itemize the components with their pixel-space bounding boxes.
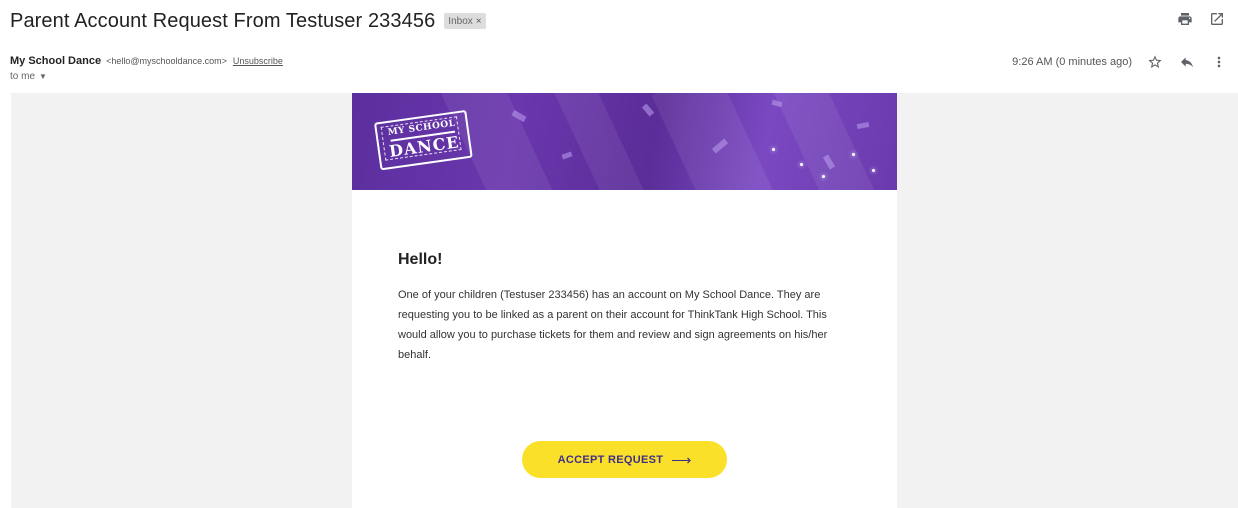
- recipients-row: to me ▼: [10, 71, 47, 82]
- inbox-label-text: Inbox: [448, 15, 473, 27]
- email-subject: Parent Account Request From Testuser 233…: [10, 9, 436, 32]
- chevron-down-icon[interactable]: ▼: [39, 72, 47, 81]
- arrow-right-icon: ⟶: [671, 451, 692, 468]
- more-vert-icon[interactable]: [1210, 53, 1228, 71]
- greeting-heading: Hello!: [398, 251, 443, 268]
- accept-request-button[interactable]: ACCEPT REQUEST ⟶: [522, 441, 727, 478]
- sender-name[interactable]: My School Dance: [10, 55, 101, 67]
- my-school-dance-logo: MY SCHOOL DANCE: [373, 109, 475, 173]
- message-time: 9:26 AM (0 minutes ago): [1012, 56, 1132, 68]
- email-body-text: One of your children (Testuser 233456) h…: [398, 289, 828, 361]
- accept-request-label: ACCEPT REQUEST: [557, 453, 664, 466]
- thread-actions: [1176, 10, 1226, 28]
- message-meta: 9:26 AM (0 minutes ago): [1012, 53, 1228, 71]
- star-icon[interactable]: [1146, 53, 1164, 71]
- open-in-new-window-icon[interactable]: [1208, 10, 1226, 28]
- subject-row: Parent Account Request From Testuser 233…: [10, 8, 486, 34]
- remove-label-button[interactable]: ×: [476, 16, 482, 27]
- email-banner: MY SCHOOL DANCE: [352, 93, 897, 190]
- sender-email: <hello@myschooldance.com>: [106, 56, 227, 66]
- reply-icon[interactable]: [1178, 53, 1196, 71]
- sender-row: My School Dance <hello@myschooldance.com…: [10, 55, 283, 68]
- unsubscribe-link[interactable]: Unsubscribe: [233, 56, 283, 66]
- inbox-label-chip[interactable]: Inbox ×: [444, 13, 486, 29]
- print-icon[interactable]: [1176, 10, 1194, 28]
- to-line: to me: [10, 71, 36, 82]
